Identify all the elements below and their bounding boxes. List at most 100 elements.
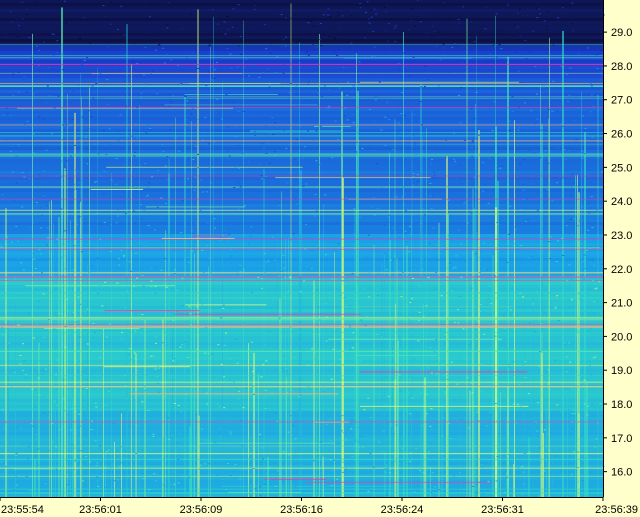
noise-speck <box>372 33 375 35</box>
noise-speck <box>419 489 422 491</box>
noise-speck <box>596 332 599 334</box>
noise-speck <box>427 154 430 156</box>
noise-speck <box>368 447 371 449</box>
noise-speck <box>538 351 541 352</box>
noise-speck <box>376 207 379 209</box>
noise-speck <box>332 28 335 30</box>
noise-speck <box>329 16 332 18</box>
spectrum-band <box>0 60 603 63</box>
noise-speck <box>260 278 263 280</box>
noise-speck <box>33 258 36 260</box>
noise-speck <box>176 311 179 313</box>
noise-speck <box>299 126 302 128</box>
noise-speck <box>282 72 285 74</box>
noise-speck <box>479 259 482 261</box>
noise-speck <box>513 23 516 25</box>
noise-speck <box>20 428 23 430</box>
noise-speck <box>323 85 326 87</box>
noise-speck <box>448 17 451 19</box>
noise-speck <box>94 402 97 404</box>
burst-streak <box>562 30 564 497</box>
noise-speck <box>326 260 329 262</box>
noise-speck <box>250 341 253 343</box>
noise-speck <box>400 344 403 346</box>
noise-speck <box>435 373 438 375</box>
noise-speck <box>76 377 79 379</box>
noise-speck <box>177 270 180 272</box>
noise-speck <box>53 320 56 322</box>
noise-speck <box>409 225 412 227</box>
noise-speck <box>562 7 564 9</box>
burst-streak <box>15 365 16 497</box>
noise-speck <box>481 182 484 184</box>
noise-speck <box>57 303 60 304</box>
noise-speck <box>592 106 595 108</box>
noise-speck <box>350 428 353 430</box>
noise-speck <box>336 359 339 361</box>
noise-speck <box>266 385 269 386</box>
noise-speck <box>470 21 473 23</box>
noise-speck <box>97 251 100 253</box>
noise-speck <box>435 339 438 340</box>
noise-speck <box>200 179 203 181</box>
noise-speck <box>78 222 81 224</box>
noise-speck <box>40 476 43 478</box>
noise-speck <box>91 420 93 422</box>
noise-speck <box>522 471 525 473</box>
noise-speck <box>291 437 294 439</box>
noise-speck <box>190 230 193 231</box>
noise-speck <box>263 147 265 149</box>
noise-speck <box>109 105 112 107</box>
noise-speck <box>350 77 353 79</box>
noise-speck <box>5 40 8 42</box>
noise-speck <box>52 152 54 154</box>
noise-speck <box>282 295 285 297</box>
noise-speck <box>255 451 258 453</box>
noise-speck <box>51 33 54 34</box>
noise-speck <box>25 91 28 93</box>
noise-speck <box>222 235 225 236</box>
noise-speck <box>293 158 296 160</box>
noise-speck <box>418 285 421 287</box>
noise-speck <box>317 306 320 308</box>
burst-streak <box>546 383 547 497</box>
noise-speck <box>452 475 455 477</box>
noise-speck <box>156 206 159 208</box>
noise-speck <box>475 253 478 255</box>
noise-speck <box>494 275 497 277</box>
noise-speck <box>435 272 437 273</box>
noise-speck <box>536 7 538 9</box>
noise-speck <box>271 117 274 119</box>
noise-speck <box>32 93 35 95</box>
noise-speck <box>393 255 396 257</box>
noise-speck <box>205 327 208 329</box>
noise-speck <box>157 365 160 367</box>
noise-speck <box>148 34 151 35</box>
noise-speck <box>476 79 479 81</box>
noise-speck <box>414 143 417 145</box>
noise-speck <box>328 89 331 91</box>
burst-streak <box>81 96 82 498</box>
noise-speck <box>234 338 237 340</box>
noise-speck <box>600 49 603 51</box>
noise-speck <box>336 478 339 480</box>
noise-speck <box>35 434 38 436</box>
noise-speck <box>552 384 555 386</box>
noise-speck <box>41 214 44 216</box>
noise-speck <box>81 371 84 373</box>
noise-speck <box>343 28 346 30</box>
noise-speck <box>335 185 338 187</box>
carrier-line <box>174 313 361 315</box>
noise-speck <box>409 413 412 415</box>
noise-speck <box>454 266 457 268</box>
noise-speck <box>64 169 67 171</box>
noise-speck <box>532 303 534 305</box>
noise-speck <box>103 170 106 172</box>
noise-speck <box>281 46 284 48</box>
noise-speck <box>295 85 298 87</box>
noise-speck <box>587 229 590 231</box>
noise-speck <box>337 243 340 245</box>
noise-speck <box>443 329 446 331</box>
noise-speck <box>74 411 77 413</box>
noise-speck <box>240 420 243 421</box>
